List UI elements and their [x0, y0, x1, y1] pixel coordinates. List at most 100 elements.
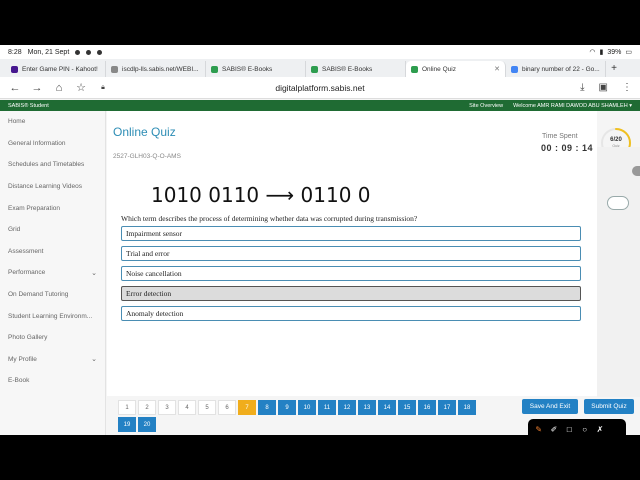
browser-tab[interactable]: binary number of 22 - Go... [506, 61, 606, 77]
sidebar-item[interactable]: Assessment [0, 241, 105, 263]
tablet-screen: 8:28 Mon, 21 Sept ◠ ▮ 39% ▭ Enter Game P… [0, 45, 640, 435]
pen-icon[interactable]: ✎ [531, 422, 546, 435]
tab-title: SABIS® E-Books [222, 65, 273, 73]
status-bar: 8:28 Mon, 21 Sept ◠ ▮ 39% ▭ [0, 45, 640, 59]
page-number-button[interactable]: 18 [458, 400, 476, 415]
page-number-button[interactable]: 8 [258, 400, 276, 415]
page-number-button[interactable]: 19 [118, 417, 136, 432]
progress-count: 6/20 [610, 137, 622, 143]
browser-tab[interactable]: SABIS® E-Books [306, 61, 406, 77]
page-number-button[interactable]: 10 [298, 400, 316, 415]
quiz-panel: Online Quiz 2527-GLH03-Q-O-AMS Time Spen… [107, 111, 631, 396]
download-icon[interactable]: ⤓ [580, 82, 584, 93]
page-number-button[interactable]: 15 [398, 400, 416, 415]
address-bar: ← → ⌂ ☆ 🔒︎ digitalplatform.sabis.net ⤓ ▣… [0, 77, 640, 99]
sidebar-item[interactable]: General Information [0, 133, 105, 155]
browser-tab-bar: Enter Game PIN - Kahoot! iscdlp-lls.sabis… [0, 59, 640, 77]
forward-icon[interactable]: → [30, 82, 44, 94]
laser-icon[interactable]: ✗ [592, 422, 607, 435]
question-pagination: 1 2 3 4 5 6 7 8 9 10 11 12 13 14 15 16 17 18 19 20 [118, 400, 488, 432]
site-header: SABIS® Student Site Overview Welcome AMR… [0, 100, 640, 111]
page-number-button[interactable]: 1 [118, 400, 136, 415]
tabs-count-icon[interactable]: ▣ [599, 82, 608, 93]
sidebar-item[interactable]: Home [0, 111, 105, 133]
notification-icon [97, 49, 103, 55]
close-tab-icon[interactable]: ✕ [494, 65, 500, 73]
sidebar-item[interactable]: My Profile ⌄ [0, 349, 105, 371]
signal-icon: ▮ [599, 49, 604, 56]
site-brand[interactable]: SABIS® Student [8, 103, 49, 109]
bookmark-icon[interactable]: ☆ [74, 81, 88, 94]
back-icon[interactable]: ← [8, 82, 22, 94]
sidebar-item-label: Performance [8, 269, 46, 277]
answer-option[interactable]: Trial and error [121, 246, 581, 261]
save-and-exit-button[interactable]: Save And Exit [522, 399, 578, 414]
sidebar-item[interactable]: Exam Preparation [0, 197, 105, 219]
notification-icon [75, 49, 81, 55]
page-number-button[interactable]: 4 [178, 400, 196, 415]
clock: 8:28 [8, 48, 22, 56]
battery-level: 39% [607, 48, 622, 56]
sidebar-item[interactable]: On Demand Tutoring [0, 284, 105, 306]
chat-icon[interactable] [607, 196, 629, 210]
pen-toolbar: ✎ ✐ □ ○ ✗ ◩ ⌫ ◉ ◆ ↶ [528, 419, 626, 435]
browser-tab[interactable]: Enter Game PIN - Kahoot! [6, 61, 106, 77]
page-number-button[interactable]: 11 [318, 400, 336, 415]
answer-option[interactable]: Anomaly detection [121, 306, 581, 321]
tab-title: SABIS® E-Books [322, 65, 373, 73]
menu-icon[interactable]: ⋮ [622, 82, 632, 93]
sidebar-item[interactable]: E-Book [0, 370, 105, 392]
page-number-button[interactable]: 17 [438, 400, 456, 415]
lock-icon: 🔒︎ [101, 83, 105, 91]
sidebar-item[interactable]: Student Learning Environm... [0, 305, 105, 327]
page-number-button[interactable]: 5 [198, 400, 216, 415]
sidebar-item[interactable]: Performance ⌄ [0, 262, 105, 284]
circle-icon[interactable]: ○ [577, 422, 592, 435]
browser-tab[interactable]: SABIS® E-Books [206, 61, 306, 77]
tab-favicon-icon [511, 65, 518, 73]
page-number-button[interactable]: 9 [278, 400, 296, 415]
answer-option[interactable]: Impairment sensor [121, 226, 581, 241]
sidebar-item-label: Student Learning Environm... [8, 312, 93, 320]
answer-option[interactable]: Noise cancellation [121, 266, 581, 281]
sidebar-item-label: My Profile [8, 355, 37, 363]
sidebar-item-label: Grid [8, 226, 21, 234]
page-number-button[interactable]: 20 [138, 417, 156, 432]
user-welcome-menu[interactable]: Welcome AMR RAMI DAWOD ABU SHAMLEH ▾ [513, 103, 632, 109]
page-number-button[interactable]: 7 [238, 400, 256, 415]
answer-option[interactable]: Error detection [121, 286, 581, 301]
page-number-button[interactable]: 6 [218, 400, 236, 415]
sidebar-item[interactable]: Schedules and Timetables [0, 154, 105, 176]
sidebar-item[interactable]: Distance Learning Videos [0, 176, 105, 198]
page-number-button[interactable]: 14 [378, 400, 396, 415]
notification-icon [86, 49, 92, 55]
new-tab-icon[interactable]: + [606, 61, 622, 77]
sidebar-nav: Home General Information Schedules and Tim… [0, 111, 106, 435]
quiz-code: 2527-GLH03-Q-O-AMS [113, 153, 181, 160]
time-spent-value: 00 : 09 : 14 [541, 143, 594, 153]
browser-tab[interactable]: iscdlp-lls.sabis.net/WEBI... [106, 61, 206, 77]
highlighter-icon[interactable]: ✐ [546, 422, 561, 435]
handwritten-annotation: 1010 0110 ⟶ 0110 0 [151, 183, 371, 207]
page-number-button[interactable]: 12 [338, 400, 356, 415]
site-overview-link[interactable]: Site Overview [469, 103, 503, 109]
sidebar-item[interactable]: Grid [0, 219, 105, 241]
sidebar-item-label: General Information [8, 139, 66, 147]
page-number-button[interactable]: 3 [158, 400, 176, 415]
sidebar-item[interactable]: Photo Gallery [0, 327, 105, 349]
page-number-button[interactable]: 2 [138, 400, 156, 415]
sidebar-item-label: On Demand Tutoring [8, 291, 69, 299]
sidebar-item-label: Home [8, 118, 26, 126]
page-number-button[interactable]: 16 [418, 400, 436, 415]
browser-tab[interactable]: Online Quiz ✕ [406, 61, 506, 77]
time-spent-label: Time Spent [542, 133, 578, 140]
tab-title: Enter Game PIN - Kahoot! [22, 65, 98, 73]
page-number-button[interactable]: 13 [358, 400, 376, 415]
submit-quiz-button[interactable]: Submit Quiz [584, 399, 634, 414]
home-icon[interactable]: ⌂ [52, 82, 66, 94]
edge-panel-handle[interactable] [632, 166, 640, 176]
sidebar-item-label: Exam Preparation [8, 204, 61, 212]
chevron-down-icon: ⌄ [91, 269, 97, 277]
rectangle-icon[interactable]: □ [562, 422, 577, 435]
answer-options: Impairment sensor Trial and error Noise ca… [121, 226, 581, 326]
